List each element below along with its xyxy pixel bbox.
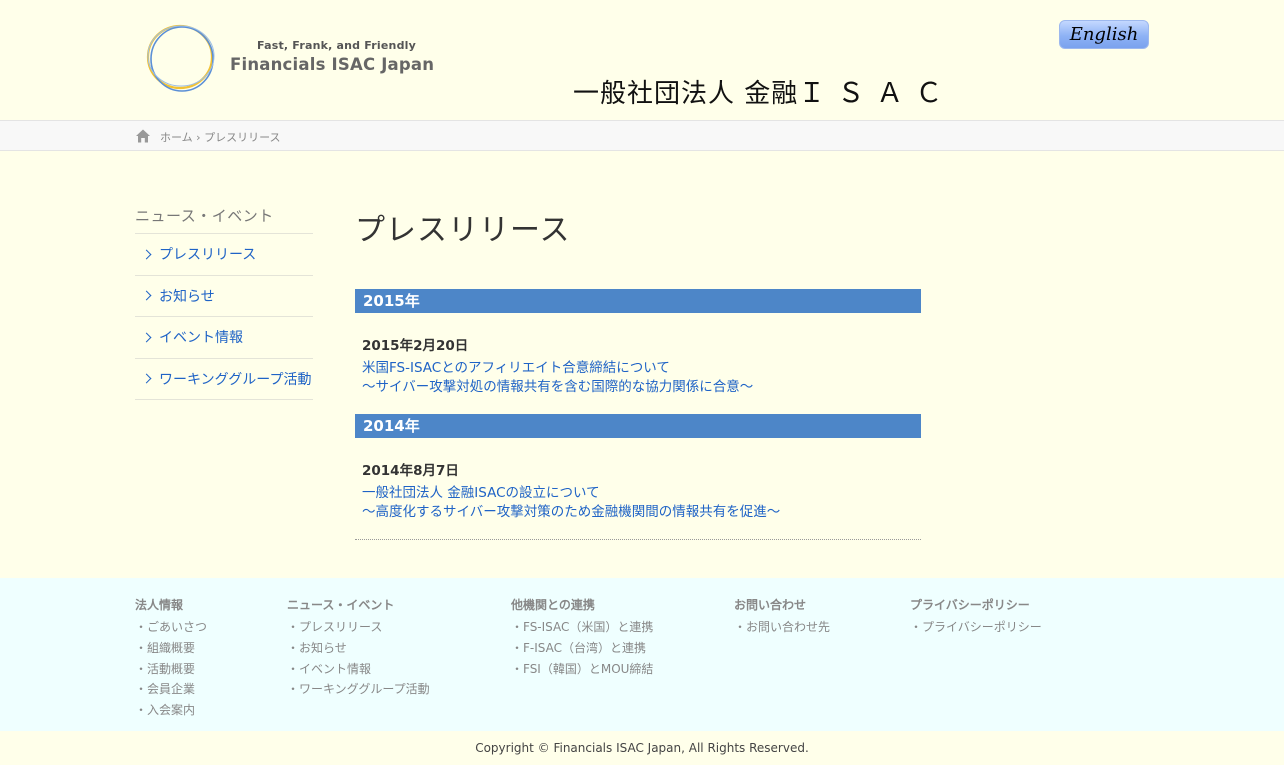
footer-link[interactable]: ・ワーキンググループ活動 <box>287 679 430 700</box>
entry-date: 2015年2月20日 <box>362 338 469 354</box>
footer-column-news: ニュース・イベント ・プレスリリース ・お知らせ ・イベント情報 ・ワーキンググ… <box>287 596 430 700</box>
footer-column-partners: 他機関との連携 ・FS-ISAC（米国）と連携 ・F-ISAC（台湾）と連携 ・… <box>511 596 653 679</box>
entry-link-line2[interactable]: ～高度化するサイバー攻撃対策のため金融機関間の情報共有を促進～ <box>362 503 914 522</box>
sidebar: ニュース・イベント プレスリリース お知らせ イベント情報 ワーキンググループ活… <box>135 205 313 400</box>
breadcrumb-home-link[interactable]: ホーム <box>160 131 193 144</box>
footer-link[interactable]: ・活動概要 <box>135 659 207 680</box>
breadcrumb-bar: ホーム › プレスリリース <box>0 120 1284 151</box>
main-content: プレスリリース 2015年 2015年2月20日 米国FS-ISACとのアフィリ… <box>355 205 921 540</box>
sidebar-item-label: お知らせ <box>159 288 215 305</box>
footer-column-title[interactable]: 他機関との連携 <box>511 596 653 613</box>
site-footer: 法人情報 ・ごあいさつ ・組織概要 ・活動概要 ・会員企業 ・入会案内 ニュース… <box>0 578 1284 731</box>
entry-link[interactable]: 一般社団法人 金融ISACの設立について ～高度化するサイバー攻撃対策のため金融… <box>362 484 914 522</box>
chevron-right-icon <box>141 373 152 384</box>
year-heading: 2015年 <box>355 289 921 313</box>
site-title-main: 一般社団法人 金融 <box>573 79 799 109</box>
entry-link[interactable]: 米国FS-ISACとのアフィリエイト合意締結について ～サイバー攻撃対処の情報共… <box>362 359 914 397</box>
footer-link[interactable]: ・イベント情報 <box>287 659 430 680</box>
footer-link[interactable]: ・お知らせ <box>287 638 430 659</box>
footer-column-corporate: 法人情報 ・ごあいさつ ・組織概要 ・活動概要 ・会員企業 ・入会案内 <box>135 596 207 721</box>
site-title-isac: ＩＳＡＣ <box>798 78 955 109</box>
sidebar-item-events[interactable]: イベント情報 <box>135 317 313 359</box>
footer-column-title[interactable]: 法人情報 <box>135 596 207 613</box>
press-entry: 2014年8月7日 一般社団法人 金融ISACの設立について ～高度化するサイバ… <box>355 438 921 540</box>
year-heading: 2014年 <box>355 414 921 438</box>
footer-link[interactable]: ・プライバシーポリシー <box>910 617 1042 638</box>
footer-link[interactable]: ・FS-ISAC（米国）と連携 <box>511 617 653 638</box>
footer-column-contact: お問い合わせ ・お問い合わせ先 <box>734 596 830 638</box>
page-title: プレスリリース <box>355 213 571 248</box>
footer-column-title[interactable]: プライバシーポリシー <box>910 596 1042 613</box>
footer-link[interactable]: ・会員企業 <box>135 679 207 700</box>
entry-link-line1[interactable]: 米国FS-ISACとのアフィリエイト合意締結について <box>362 359 914 378</box>
footer-link[interactable]: ・お問い合わせ先 <box>734 617 830 638</box>
footer-link[interactable]: ・FSI（韓国）とMOU締結 <box>511 659 653 680</box>
logo-rings-icon <box>146 24 215 92</box>
footer-link[interactable]: ・入会案内 <box>135 700 207 721</box>
press-entry: 2015年2月20日 米国FS-ISACとのアフィリエイト合意締結について ～サ… <box>355 313 921 414</box>
copyright: Copyright © Financials ISAC Japan, All R… <box>475 741 809 755</box>
sidebar-item-press-release[interactable]: プレスリリース <box>135 234 313 276</box>
sidebar-item-news[interactable]: お知らせ <box>135 276 313 317</box>
breadcrumb-current: プレスリリース <box>204 131 281 144</box>
logo-name: Financials ISAC Japan <box>230 55 435 74</box>
sidebar-item-working-groups[interactable]: ワーキンググループ活動 <box>135 359 313 400</box>
chevron-right-icon <box>141 249 152 260</box>
footer-link[interactable]: ・ごあいさつ <box>135 617 207 638</box>
footer-column-title[interactable]: ニュース・イベント <box>287 596 430 613</box>
sidebar-item-label: プレスリリース <box>159 247 257 264</box>
footer-link[interactable]: ・F-ISAC（台湾）と連携 <box>511 638 653 659</box>
site-title: 一般社団法人 金融ＩＳＡＣ <box>573 71 954 110</box>
entry-link-line1[interactable]: 一般社団法人 金融ISACの設立について <box>362 484 914 503</box>
home-icon[interactable] <box>135 128 151 144</box>
footer-column-privacy: プライバシーポリシー ・プライバシーポリシー <box>910 596 1042 638</box>
breadcrumb-separator: › <box>196 131 201 144</box>
footer-column-title[interactable]: お問い合わせ <box>734 596 830 613</box>
footer-link[interactable]: ・組織概要 <box>135 638 207 659</box>
logo-tagline: Fast, Frank, and Friendly <box>257 39 416 52</box>
site-logo[interactable]: Fast, Frank, and Friendly Financials ISA… <box>145 22 434 94</box>
entry-date: 2014年8月7日 <box>362 463 459 479</box>
sidebar-item-label: イベント情報 <box>159 330 243 347</box>
english-button[interactable]: English <box>1059 20 1149 49</box>
chevron-right-icon <box>141 332 152 343</box>
sidebar-item-label: ワーキンググループ活動 <box>159 371 312 388</box>
site-header: Fast, Frank, and Friendly Financials ISA… <box>0 0 1284 120</box>
breadcrumb: ホーム › プレスリリース <box>160 129 281 145</box>
footer-link[interactable]: ・プレスリリース <box>287 617 430 638</box>
chevron-right-icon <box>141 290 152 301</box>
sidebar-title: ニュース・イベント <box>135 205 313 234</box>
entry-link-line2[interactable]: ～サイバー攻撃対処の情報共有を含む国際的な協力関係に合意～ <box>362 378 914 397</box>
